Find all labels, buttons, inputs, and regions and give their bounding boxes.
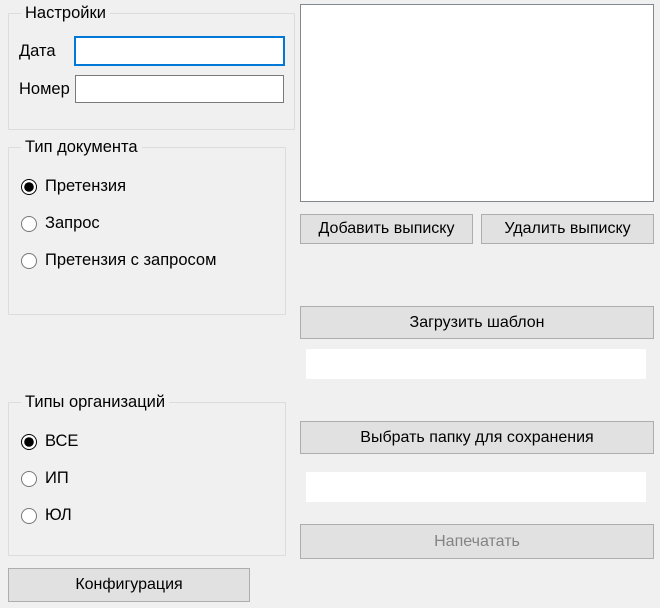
remove-extract-button[interactable]: Удалить выписку — [481, 214, 654, 244]
orgtype-option-all[interactable]: ВСЕ — [21, 432, 275, 451]
orgtype-radio-ip[interactable] — [21, 471, 37, 487]
settings-group: Настройки Дата Номер — [8, 4, 295, 130]
print-button: Напечатать — [300, 524, 654, 559]
orgtype-legend: Типы организаций — [21, 393, 169, 412]
right-column: Добавить выписку Удалить выписку Загрузи… — [300, 4, 654, 602]
date-label: Дата — [19, 42, 75, 61]
add-extract-button[interactable]: Добавить выписку — [300, 214, 473, 244]
date-input[interactable] — [75, 37, 284, 65]
load-template-button[interactable]: Загрузить шаблон — [300, 306, 654, 339]
orgtype-option-ul[interactable]: ЮЛ — [21, 506, 275, 525]
doctype-label-claim: Претензия — [45, 177, 126, 196]
doctype-option-claim[interactable]: Претензия — [21, 177, 275, 196]
orgtype-group: Типы организаций ВСЕ ИП ЮЛ — [8, 393, 286, 556]
template-path-display — [306, 349, 646, 379]
orgtype-radio-all[interactable] — [21, 434, 37, 450]
config-button[interactable]: Конфигурация — [8, 568, 250, 602]
doctype-option-request[interactable]: Запрос — [21, 214, 275, 233]
number-label: Номер — [19, 80, 75, 99]
doctype-radio-claim-request[interactable] — [21, 253, 37, 269]
orgtype-option-ip[interactable]: ИП — [21, 469, 275, 488]
number-row: Номер — [19, 75, 284, 103]
doctype-radio-request[interactable] — [21, 216, 37, 232]
doctype-label-claim-request: Претензия с запросом — [45, 251, 216, 270]
orgtype-radio-ul[interactable] — [21, 508, 37, 524]
extracts-listbox[interactable] — [300, 4, 654, 202]
orgtype-label-ip: ИП — [45, 469, 69, 488]
settings-legend: Настройки — [21, 4, 110, 23]
doctype-group: Тип документа Претензия Запрос Претензия… — [8, 138, 286, 315]
number-input[interactable] — [75, 75, 284, 103]
doctype-radio-claim[interactable] — [21, 179, 37, 195]
date-row: Дата — [19, 37, 284, 65]
orgtype-label-all: ВСЕ — [45, 432, 78, 451]
doctype-label-request: Запрос — [45, 214, 100, 233]
doctype-legend: Тип документа — [21, 138, 142, 157]
extract-buttons-row: Добавить выписку Удалить выписку — [300, 214, 654, 244]
choose-folder-button[interactable]: Выбрать папку для сохранения — [300, 421, 654, 454]
folder-path-display — [306, 472, 646, 502]
left-column: Настройки Дата Номер Тип документа Прете… — [8, 4, 286, 602]
orgtype-label-ul: ЮЛ — [45, 506, 72, 525]
app-root: Настройки Дата Номер Тип документа Прете… — [0, 0, 660, 608]
doctype-option-claim-request[interactable]: Претензия с запросом — [21, 251, 275, 270]
